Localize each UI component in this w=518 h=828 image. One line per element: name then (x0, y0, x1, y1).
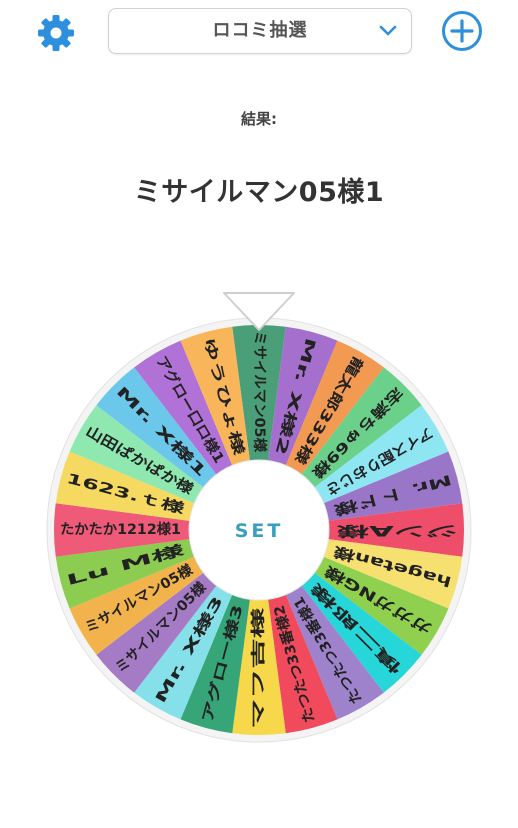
wheel-segment-label: ジンA様 (335, 522, 458, 539)
roulette-wheel[interactable]: ミサイルマン05様 Mr. X様2龍太郎333様志満ちゅ69様アイス配りおじさMr… (0, 0, 518, 828)
wheel-center-label: SET (235, 520, 284, 542)
wheel-segment-label: マフ吉様 (250, 606, 267, 729)
wheel-segment-label: ミサイルマン05様 (251, 331, 268, 453)
wheel-segment-label: たかたか1212様1 (60, 521, 181, 538)
